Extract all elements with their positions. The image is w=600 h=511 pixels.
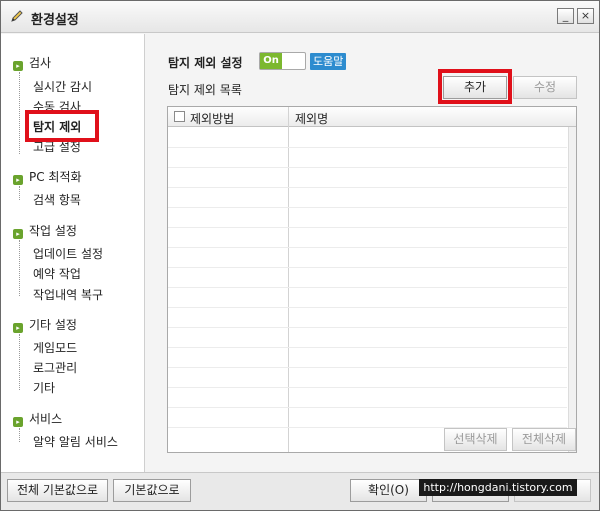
table-row: [168, 347, 567, 348]
exclusion-list-label: 탐지 제외 목록: [168, 83, 242, 97]
table-row: [168, 267, 567, 268]
sidebar-section-service[interactable]: ▸ 서비스: [13, 410, 62, 427]
edit-button[interactable]: 수정: [513, 76, 577, 99]
delete-selected-button[interactable]: 선택삭제: [444, 428, 507, 451]
section-bullet-icon: ▸: [13, 175, 23, 185]
table-row: [168, 247, 567, 248]
sidebar-item-alert-service[interactable]: 알약 알림 서비스: [33, 433, 118, 449]
section-bullet-icon: ▸: [13, 229, 23, 239]
table-row: [168, 367, 567, 368]
tree-connector: [19, 72, 20, 154]
table-row: [168, 147, 567, 148]
table-header: 제외방법 제외명: [168, 107, 576, 127]
settings-window: 환경설정 _ × ▸ 검사 실시간 감시 수동 검사 탐지 제외 고급 설정 ▸ P…: [0, 0, 600, 511]
highlight-box-add: [438, 69, 512, 104]
highlight-box-exclusion: [25, 110, 99, 142]
sidebar-item-game-mode[interactable]: 게임모드: [33, 339, 77, 355]
section-bullet-icon: ▸: [13, 323, 23, 333]
sidebar-section-task[interactable]: ▸ 작업 설정: [13, 222, 77, 239]
delete-all-button[interactable]: 전체삭제: [512, 428, 576, 451]
table-row: [168, 327, 567, 328]
page-title: 탐지 제외 설정: [168, 56, 243, 70]
sidebar-section-scan[interactable]: ▸ 검사: [13, 54, 51, 71]
table-scrollbar[interactable]: [568, 127, 576, 452]
table-row: [168, 407, 567, 408]
table-row: [168, 187, 567, 188]
sidebar-item-search-items[interactable]: 검색 항목: [33, 191, 81, 207]
watermark: http://hongdani.tistory.com: [419, 479, 577, 496]
table-row: [168, 287, 567, 288]
tree-connector: [19, 186, 20, 200]
minimize-button[interactable]: _: [557, 8, 574, 24]
sidebar-item-realtime[interactable]: 실시간 감시: [33, 78, 92, 94]
column-divider: [288, 107, 289, 452]
table-row: [168, 167, 567, 168]
table-row: [168, 387, 567, 388]
sidebar-item-update[interactable]: 업데이트 설정: [33, 245, 103, 261]
exclusion-panel: 탐지 제외 설정 On 도움말 탐지 제외 목록 추가 수정 제외방법 제외명: [146, 34, 599, 472]
tree-connector: [19, 334, 20, 390]
tree-connector: [19, 240, 20, 296]
table-row: [168, 227, 567, 228]
close-button[interactable]: ×: [577, 8, 594, 24]
sidebar-item-schedule[interactable]: 예약 작업: [33, 265, 81, 281]
title-bar: 환경설정 _ ×: [1, 1, 599, 33]
help-link[interactable]: 도움말: [310, 53, 347, 70]
sidebar-item-log[interactable]: 로그관리: [33, 359, 77, 375]
settings-sidebar: ▸ 검사 실시간 감시 수동 검사 탐지 제외 고급 설정 ▸ PC 최적화 검색 …: [1, 34, 145, 472]
sidebar-item-etc[interactable]: 기타: [33, 379, 55, 395]
sidebar-section-other[interactable]: ▸ 기타 설정: [13, 316, 77, 333]
exclusion-table: 제외방법 제외명: [167, 106, 577, 453]
column-header-name: 제외명: [295, 112, 329, 126]
section-bullet-icon: ▸: [13, 417, 23, 427]
tree-connector: [19, 428, 20, 442]
ok-button[interactable]: 확인(O): [350, 479, 427, 502]
toggle-on-label: On: [260, 53, 282, 69]
sidebar-item-restore[interactable]: 작업내역 복구: [33, 286, 103, 302]
sidebar-section-optimize[interactable]: ▸ PC 최적화: [13, 168, 82, 185]
reset-button[interactable]: 기본값으로: [113, 479, 191, 502]
select-all-checkbox[interactable]: [174, 111, 185, 122]
window-title: 환경설정: [31, 13, 79, 28]
table-row: [168, 427, 567, 428]
reset-all-button[interactable]: 전체 기본값으로: [7, 479, 108, 502]
column-header-method: 제외방법: [190, 112, 235, 126]
exclusion-toggle[interactable]: On: [259, 52, 306, 70]
table-row: [168, 207, 567, 208]
pencil-icon: [9, 8, 25, 24]
table-row: [168, 307, 567, 308]
section-bullet-icon: ▸: [13, 61, 23, 71]
